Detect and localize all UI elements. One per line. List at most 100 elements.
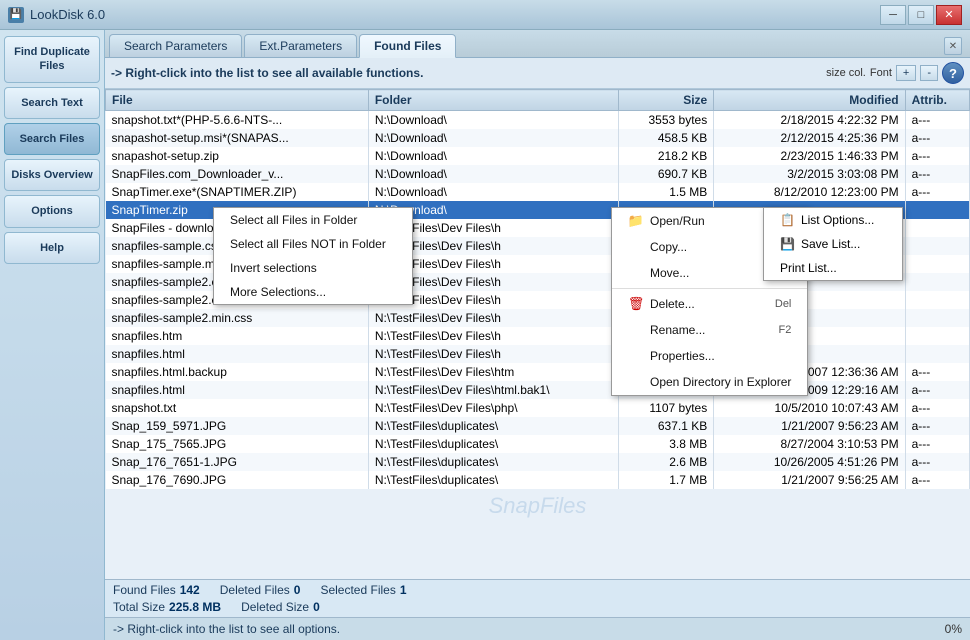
- tab-ext-parameters[interactable]: Ext.Parameters: [244, 34, 357, 57]
- table-row[interactable]: Snap_176_7651-1.JPGN:\TestFiles\duplicat…: [106, 453, 970, 471]
- tab-bar: Search Parameters Ext.Parameters Found F…: [105, 30, 970, 58]
- cell-folder: N:\Download\: [368, 111, 618, 130]
- tab-close-button[interactable]: ✕: [944, 37, 962, 55]
- titlebar-left: 💾 LookDisk 6.0: [8, 7, 105, 23]
- deleted-files-value: 0: [294, 583, 301, 597]
- cell-file: SnapTimer.exe*(SNAPTIMER.ZIP): [106, 183, 369, 201]
- cell-file: snapshot.txt*(PHP-5.6.6-NTS-...: [106, 111, 369, 130]
- selected-files-label: Selected Files: [320, 583, 395, 597]
- sidebar-item-disks-overview[interactable]: Disks Overview: [4, 159, 100, 191]
- file-list-scroll[interactable]: File Folder Size Modified Attrib. snapsh…: [105, 89, 970, 532]
- table-row[interactable]: snapfiles.htmlN:\TestFiles\Dev Files\h: [106, 345, 970, 363]
- close-button[interactable]: ✕: [936, 5, 962, 25]
- cell-modified: 10/26/2005 4:51:26 PM: [714, 453, 905, 471]
- cell-attrib: [905, 345, 969, 363]
- ctx-select-all-in-folder[interactable]: Select all Files in Folder: [214, 208, 412, 232]
- help-button[interactable]: ?: [942, 62, 964, 84]
- table-row[interactable]: snapfiles.htmN:\TestFiles\Dev Files\h: [106, 327, 970, 345]
- table-row[interactable]: Snap_176_7690.JPGN:\TestFiles\duplicates…: [106, 471, 970, 489]
- sidebar-item-help[interactable]: Help: [4, 232, 100, 264]
- table-row[interactable]: SnapTimer.exe*(SNAPTIMER.ZIP)N:\Download…: [106, 183, 970, 201]
- ctx-list-options-label: List Options...: [801, 213, 874, 227]
- cell-folder: N:\Download\: [368, 165, 618, 183]
- table-row[interactable]: SnapFiles.com_Downloader_v...N:\Download…: [106, 165, 970, 183]
- sidebar-item-search-files[interactable]: Search Files: [4, 123, 100, 155]
- cell-modified: 2/23/2015 1:46:33 PM: [714, 147, 905, 165]
- cell-attrib: a---: [905, 129, 969, 147]
- hint-text: -> Right-click into the list to see all …: [113, 622, 340, 636]
- ctx-rename-shortcut: F2: [779, 324, 792, 336]
- table-row[interactable]: snapfiles-sample2.min.cssN:\TestFiles\De…: [106, 309, 970, 327]
- cell-file: Snap_159_5971.JPG: [106, 417, 369, 435]
- rename-icon: [628, 322, 644, 338]
- cell-size: 690.7 KB: [618, 165, 713, 183]
- ctx-rename[interactable]: Rename... F2: [612, 317, 807, 343]
- font-plus-button[interactable]: +: [896, 65, 916, 81]
- deleted-size-label: Deleted Size: [241, 600, 309, 614]
- move-icon: [628, 265, 644, 281]
- cell-folder: N:\TestFiles\Dev Files\h: [368, 309, 618, 327]
- status-deleted-files: Deleted Files 0: [220, 583, 301, 597]
- ctx-invert-selections[interactable]: Invert selections: [214, 256, 412, 280]
- save-list-icon: 💾: [780, 237, 795, 251]
- cell-folder: N:\TestFiles\Dev Files\html.bak1\: [368, 381, 618, 399]
- cell-attrib: a---: [905, 399, 969, 417]
- cell-folder: N:\TestFiles\duplicates\: [368, 471, 618, 489]
- total-size-value: 225.8 MB: [169, 600, 221, 614]
- ctx-list-options[interactable]: 📋 List Options...: [764, 208, 902, 232]
- ctx-delete[interactable]: 🗑 Delete... Del: [612, 291, 807, 317]
- cell-folder: N:\TestFiles\duplicates\: [368, 453, 618, 471]
- ctx-delete-shortcut: Del: [775, 298, 792, 310]
- context-menu-overlay: Select all Files in Folder Select all Fi…: [213, 207, 413, 305]
- cell-attrib: a---: [905, 165, 969, 183]
- sidebar-item-find-duplicate[interactable]: Find Duplicate Files: [4, 36, 100, 83]
- cell-file: snapshot.txt: [106, 399, 369, 417]
- font-label: Font: [870, 67, 892, 79]
- ctx-select-not-in-folder[interactable]: Select all Files NOT in Folder: [214, 232, 412, 256]
- cell-folder: N:\TestFiles\Dev Files\htm: [368, 363, 618, 381]
- cell-attrib: [905, 273, 969, 291]
- table-row[interactable]: Snap_159_5971.JPGN:\TestFiles\duplicates…: [106, 417, 970, 435]
- ctx-save-list[interactable]: 💾 Save List...: [764, 232, 902, 256]
- col-header-folder: Folder: [368, 90, 618, 111]
- titlebar-buttons: ─ □ ✕: [880, 5, 962, 25]
- sidebar-item-options[interactable]: Options: [4, 195, 100, 227]
- cell-file: snapfiles.html.backup: [106, 363, 369, 381]
- delete-icon: 🗑: [628, 296, 644, 312]
- minimize-button[interactable]: ─: [880, 5, 906, 25]
- cell-file: snapashot-setup.zip: [106, 147, 369, 165]
- cell-attrib: a---: [905, 381, 969, 399]
- toolbar: -> Right-click into the list to see all …: [105, 58, 970, 89]
- status-found-files: Found Files 142: [113, 583, 200, 597]
- sidebar-item-search-text[interactable]: Search Text: [4, 87, 100, 119]
- font-minus-button[interactable]: -: [920, 65, 938, 81]
- open-run-icon: 📁: [628, 213, 644, 229]
- tab-found-files[interactable]: Found Files: [359, 34, 456, 58]
- ctx-open-directory[interactable]: Open Directory in Explorer: [612, 369, 807, 395]
- maximize-button[interactable]: □: [908, 5, 934, 25]
- ctx-more-selections[interactable]: More Selections...: [214, 280, 412, 304]
- cell-attrib: a---: [905, 471, 969, 489]
- cell-file: snapfiles.html: [106, 345, 369, 363]
- context-menu: Select all Files in Folder Select all Fi…: [213, 207, 413, 305]
- tab-search-parameters[interactable]: Search Parameters: [109, 34, 242, 57]
- cell-attrib: a---: [905, 417, 969, 435]
- table-row[interactable]: snapfiles.htmlN:\TestFiles\Dev Files\htm…: [106, 381, 970, 399]
- content-area: Search Parameters Ext.Parameters Found F…: [105, 30, 970, 640]
- table-row[interactable]: snapshot.txtN:\TestFiles\Dev Files\php\1…: [106, 399, 970, 417]
- ctx-rename-label: Rename...: [650, 323, 705, 337]
- ctx-open-directory-label: Open Directory in Explorer: [650, 375, 791, 389]
- progress-indicator: 0%: [882, 622, 962, 636]
- table-row[interactable]: snapashot-setup.zipN:\Download\218.2 KB2…: [106, 147, 970, 165]
- found-files-label: Found Files: [113, 583, 176, 597]
- ctx-print-list[interactable]: Print List...: [764, 256, 902, 280]
- table-row[interactable]: Snap_175_7565.JPGN:\TestFiles\duplicates…: [106, 435, 970, 453]
- table-row[interactable]: snapshot.txt*(PHP-5.6.6-NTS-...N:\Downlo…: [106, 111, 970, 130]
- cell-folder: N:\TestFiles\Dev Files\h: [368, 345, 618, 363]
- cell-modified: 3/2/2015 3:03:08 PM: [714, 165, 905, 183]
- ctx-sep-1: [612, 288, 807, 289]
- table-row[interactable]: snapfiles.html.backupN:\TestFiles\Dev Fi…: [106, 363, 970, 381]
- table-row[interactable]: snapashot-setup.msi*(SNAPAS...N:\Downloa…: [106, 129, 970, 147]
- cell-attrib: [905, 291, 969, 309]
- ctx-properties[interactable]: Properties...: [612, 343, 807, 369]
